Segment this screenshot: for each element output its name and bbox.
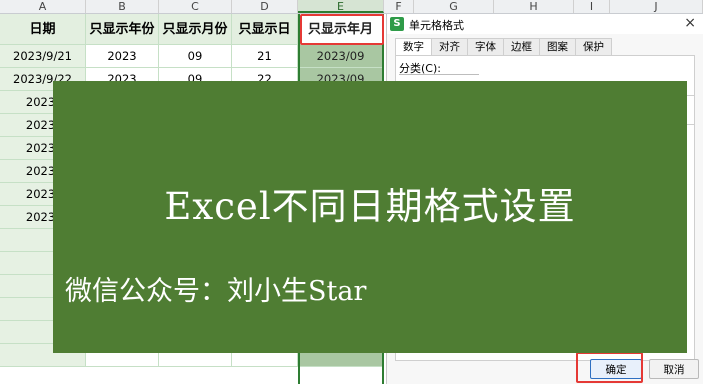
header-cell-year-month[interactable]: 只显示年月 bbox=[298, 14, 384, 45]
year-month-cell[interactable]: 2023/09 bbox=[298, 45, 384, 68]
wps-logo-icon: S bbox=[390, 17, 404, 31]
column-header-c[interactable]: C bbox=[159, 0, 232, 13]
category-list-top bbox=[399, 74, 479, 75]
tab-font[interactable]: 字体 bbox=[467, 38, 504, 56]
tab-alignment[interactable]: 对齐 bbox=[431, 38, 468, 56]
dialog-title: 单元格格式 bbox=[409, 19, 464, 32]
year-cell[interactable]: 2023 bbox=[86, 45, 159, 68]
banner-subtitle: 微信公众号：刘小生Star bbox=[65, 276, 367, 307]
column-header-a[interactable]: A bbox=[0, 0, 86, 13]
month-cell[interactable]: 09 bbox=[159, 45, 232, 68]
dialog-tabs: 数字 对齐 字体 边框 图案 保护 bbox=[395, 38, 612, 56]
cancel-button[interactable]: 取消 bbox=[649, 359, 699, 379]
tab-protection[interactable]: 保护 bbox=[575, 38, 612, 56]
close-icon[interactable]: × bbox=[684, 15, 696, 31]
date-cell[interactable]: 2023/9/21 bbox=[0, 45, 86, 68]
title-banner: Excel不同日期格式设置 微信公众号：刘小生Star bbox=[53, 81, 687, 353]
column-header-row: A B C D E F G H I J bbox=[0, 0, 703, 14]
column-header-b[interactable]: B bbox=[86, 0, 159, 13]
column-header-d[interactable]: D bbox=[232, 0, 298, 13]
tab-border[interactable]: 边框 bbox=[503, 38, 540, 56]
dialog-titlebar[interactable]: S 单元格格式 × bbox=[387, 14, 703, 34]
tab-pattern[interactable]: 图案 bbox=[539, 38, 576, 56]
ok-button[interactable]: 确定 bbox=[590, 359, 642, 379]
column-header-e[interactable]: E bbox=[298, 0, 384, 13]
column-header-f[interactable]: F bbox=[384, 0, 414, 13]
column-header-h[interactable]: H bbox=[494, 0, 574, 13]
column-header-i[interactable]: I bbox=[574, 0, 610, 13]
header-cell-day[interactable]: 只显示日 bbox=[232, 14, 298, 45]
header-cell-date[interactable]: 日期 bbox=[0, 14, 86, 45]
day-cell[interactable]: 21 bbox=[232, 45, 298, 68]
header-cell-month[interactable]: 只显示月份 bbox=[159, 14, 232, 45]
column-header-g[interactable]: G bbox=[414, 0, 494, 13]
header-cell-year[interactable]: 只显示年份 bbox=[86, 14, 159, 45]
banner-title: Excel不同日期格式设置 bbox=[164, 185, 576, 228]
tab-number[interactable]: 数字 bbox=[395, 38, 432, 56]
column-header-j[interactable]: J bbox=[610, 0, 703, 13]
